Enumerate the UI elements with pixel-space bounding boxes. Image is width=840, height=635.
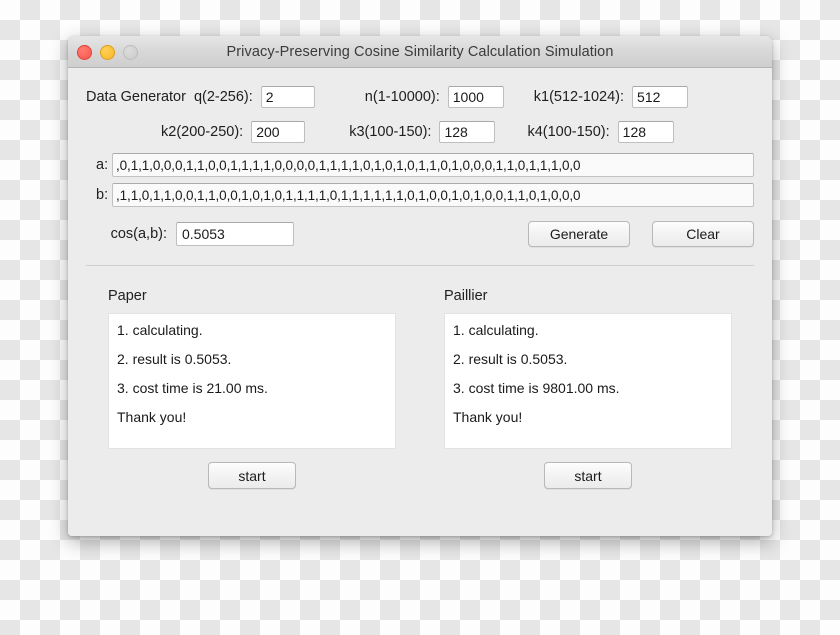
results-panel: Paper 1. calculating. 2. result is 0.505… [68, 288, 772, 489]
data-generator-label: Data Generator [86, 89, 186, 105]
parameter-row-1: Data Generator q(2-256): 2 n(1-10000): 1… [86, 82, 754, 112]
window-body: Data Generator q(2-256): 2 n(1-10000): 1… [68, 68, 772, 536]
zoom-button-icon[interactable] [123, 45, 138, 60]
paillier-line-4: Thank you! [453, 409, 523, 425]
paper-output-box: 1. calculating. 2. result is 0.5053. 3. … [108, 313, 396, 449]
param-input-k2[interactable]: 200 [251, 121, 306, 143]
param-input-k3[interactable]: 128 [439, 121, 496, 143]
application-window: Privacy-Preserving Cosine Similarity Cal… [68, 36, 772, 536]
paillier-output-box: 1. calculating. 2. result is 0.5053. 3. … [444, 313, 732, 449]
paillier-line-2: 2. result is 0.5053. [453, 351, 568, 367]
paper-start-wrap: start [108, 462, 396, 489]
vector-b-label: b: [96, 187, 109, 203]
param-label-k2: k2(200-250): [161, 124, 244, 140]
param-input-k4[interactable]: 128 [617, 121, 674, 143]
vector-a-row: a: ,0,1,1,0,0,0,1,1,0,0,1,1,1,1,0,0,0,0,… [68, 153, 772, 177]
paper-line-3: 3. cost time is 21.00 ms. [117, 380, 268, 396]
generate-button[interactable]: Generate [528, 221, 630, 247]
param-label-n: n(1-10000): [364, 89, 440, 105]
cosine-row: cos(a,b): 0.5053 Generate Clear [68, 221, 772, 247]
paper-line-1: 1. calculating. [117, 322, 203, 338]
section-divider [86, 265, 754, 266]
paper-line-4: Thank you! [117, 409, 187, 425]
cosine-value-input[interactable]: 0.5053 [176, 222, 294, 246]
vector-b-row: b: ,1,1,0,1,1,0,0,1,1,0,0,1,0,1,0,1,1,1,… [68, 183, 772, 207]
vector-a-label: a: [96, 157, 109, 173]
paper-line-2: 2. result is 0.5053. [117, 351, 232, 367]
param-input-k1[interactable]: 512 [632, 86, 689, 108]
param-input-n[interactable]: 1000 [447, 86, 504, 108]
data-generator-panel: Data Generator q(2-256): 2 n(1-10000): 1… [68, 68, 772, 147]
minimize-button-icon[interactable] [100, 45, 115, 60]
window-controls [77, 45, 138, 60]
param-label-q: q(2-256): [193, 89, 253, 105]
vector-a-input[interactable]: ,0,1,1,0,0,0,1,1,0,0,1,1,1,1,0,0,0,0,1,1… [112, 153, 754, 177]
paper-result-column: Paper 1. calculating. 2. result is 0.505… [86, 288, 420, 489]
paillier-start-button[interactable]: start [544, 462, 632, 489]
window-titlebar[interactable]: Privacy-Preserving Cosine Similarity Cal… [68, 36, 772, 68]
close-button-icon[interactable] [77, 45, 92, 60]
param-label-k3: k3(100-150): [349, 124, 432, 140]
paillier-line-3: 3. cost time is 9801.00 ms. [453, 380, 620, 396]
paillier-result-column: Paillier 1. calculating. 2. result is 0.… [420, 288, 754, 489]
cosine-label: cos(a,b): [110, 226, 167, 242]
param-input-q[interactable]: 2 [260, 86, 315, 108]
paper-start-button[interactable]: start [208, 462, 296, 489]
window-title: Privacy-Preserving Cosine Similarity Cal… [226, 43, 614, 60]
paillier-line-1: 1. calculating. [453, 322, 539, 338]
clear-button[interactable]: Clear [652, 221, 754, 247]
param-label-k4: k4(100-150): [527, 124, 610, 140]
vector-b-input[interactable]: ,1,1,0,1,1,0,0,1,1,0,0,1,0,1,0,1,1,1,1,0… [112, 183, 754, 207]
paper-title: Paper [108, 288, 147, 304]
paillier-title: Paillier [444, 288, 488, 304]
parameter-row-2: k2(200-250): 200 k3(100-150): 128 k4(100… [86, 117, 754, 147]
param-label-k1: k1(512-1024): [533, 89, 625, 105]
paillier-start-wrap: start [444, 462, 732, 489]
